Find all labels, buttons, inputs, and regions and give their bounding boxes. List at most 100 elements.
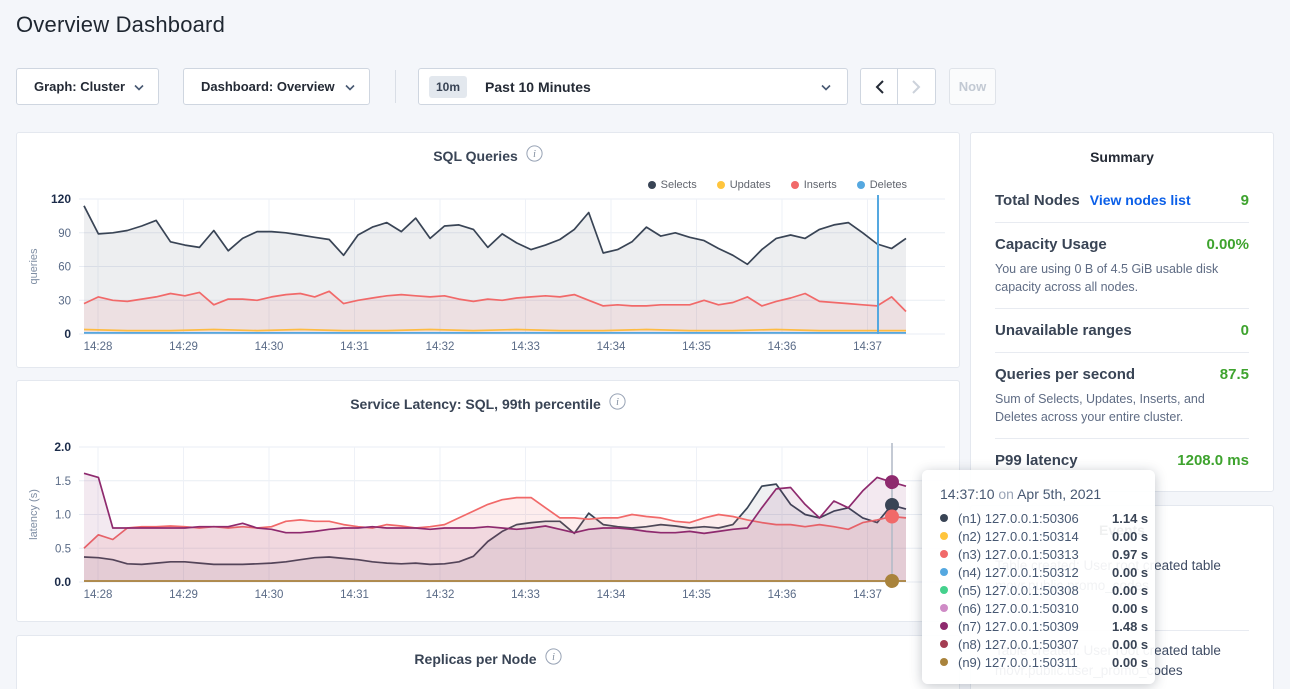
legend-label: Inserts [804,179,837,191]
node-dot-icon [940,658,948,666]
chart-legend: Selects Updates Inserts Deletes [648,179,907,191]
svg-text:14:37: 14:37 [853,341,882,353]
capacity-usage-description: You are using 0 B of 4.5 GiB usable disk… [995,260,1249,296]
summary-title: Summary [971,133,1273,165]
inserts-dot-icon [791,181,799,189]
svg-text:0.0: 0.0 [54,575,71,589]
svg-text:14:32: 14:32 [426,589,455,601]
node-dot-icon [940,532,948,540]
tooltip-node-label: (n2) 127.0.0.1:50314 [958,529,1108,544]
chevron-down-icon [134,78,144,96]
svg-text:2.0: 2.0 [54,440,71,454]
tooltip-node-label: (n8) 127.0.0.1:50307 [958,637,1108,652]
service-latency-chart[interactable]: 0.00.51.01.52.014:2814:2914:3014:3114:32… [17,381,959,621]
tooltip-node-value: 1.48 s [1112,619,1148,634]
overview-dashboard-page: Overview Dashboard Graph: Cluster Dashbo… [0,0,1290,689]
tooltip-node-label: (n6) 127.0.0.1:50310 [958,601,1108,616]
chart-hover-tooltip: 14:37:10 on Apr 5th, 2021 (n1) 127.0.0.1… [922,470,1155,684]
view-nodes-list-link[interactable]: View nodes list [1090,192,1191,208]
tooltip-node-row: (n1) 127.0.0.1:50306 1.14 s [940,509,1155,527]
chevron-down-icon [821,78,831,96]
graph-dropdown[interactable]: Graph: Cluster [16,68,159,105]
now-button[interactable]: Now [949,68,996,105]
summary-total-nodes-row: Total Nodes View nodes list 9 [995,179,1249,222]
sql-queries-title: SQL Queries [433,148,518,164]
svg-text:14:35: 14:35 [682,341,711,353]
tooltip-node-label: (n1) 127.0.0.1:50306 [958,511,1108,526]
toolbar-divider [395,70,396,103]
svg-text:14:30: 14:30 [255,589,284,601]
legend-item-inserts[interactable]: Inserts [791,179,837,191]
summary-panel: Summary Total Nodes View nodes list 9 Ca… [970,132,1274,492]
capacity-usage-label: Capacity Usage [995,236,1107,253]
time-range-dropdown[interactable]: 10m Past 10 Minutes [418,68,848,105]
svg-text:0.5: 0.5 [55,543,71,555]
tooltip-node-value: 0.00 s [1112,565,1148,580]
selects-dot-icon [648,181,656,189]
tooltip-node-value: 0.00 s [1112,601,1148,616]
svg-text:14:35: 14:35 [682,589,711,601]
queries-per-second-description: Sum of Selects, Updates, Inserts, and De… [995,390,1249,426]
page-title: Overview Dashboard [16,12,225,38]
time-next-button[interactable] [898,68,936,105]
tooltip-node-row: (n6) 127.0.0.1:50310 0.00 s [940,599,1155,617]
tooltip-node-label: (n3) 127.0.0.1:50313 [958,547,1108,562]
service-latency-card: 0.00.51.01.52.014:2814:2914:3014:3114:32… [16,380,960,622]
svg-text:queries: queries [28,248,40,285]
unavailable-ranges-value: 0 [1241,322,1249,339]
dashboard-dropdown[interactable]: Dashboard: Overview [183,68,370,105]
summary-unavailable-row: Unavailable ranges 0 [995,309,1249,352]
chevron-left-icon [875,80,884,94]
queries-per-second-label: Queries per second [995,366,1135,383]
time-nav-group [860,68,936,105]
svg-text:14:29: 14:29 [169,341,198,353]
svg-text:i: i [552,652,555,663]
info-icon[interactable]: i [609,393,626,415]
tooltip-node-row: (n7) 127.0.0.1:50309 1.48 s [940,617,1155,635]
updates-dot-icon [717,181,725,189]
chevron-right-icon [912,80,921,94]
svg-text:14:37: 14:37 [853,589,882,601]
tooltip-node-value: 0.00 s [1112,655,1148,670]
svg-text:14:28: 14:28 [84,341,113,353]
legend-item-selects[interactable]: Selects [648,179,697,191]
tooltip-node-value: 0.00 s [1112,529,1148,544]
tooltip-node-label: (n5) 127.0.0.1:50308 [958,583,1108,598]
legend-label: Deletes [870,179,907,191]
info-icon[interactable]: i [526,145,543,167]
time-prev-button[interactable] [860,68,898,105]
time-range-badge: 10m [429,76,467,98]
time-range-label: Past 10 Minutes [485,79,591,95]
tooltip-node-row: (n5) 127.0.0.1:50308 0.00 s [940,581,1155,599]
svg-text:30: 30 [58,295,71,307]
legend-item-updates[interactable]: Updates [717,179,771,191]
replicas-per-node-title: Replicas per Node [414,651,536,667]
svg-text:1.0: 1.0 [55,510,71,522]
tooltip-node-row: (n9) 127.0.0.1:50311 0.00 s [940,653,1155,671]
tooltip-node-row: (n2) 127.0.0.1:50314 0.00 s [940,527,1155,545]
tooltip-node-row: (n4) 127.0.0.1:50312 0.00 s [940,563,1155,581]
svg-text:14:34: 14:34 [597,589,626,601]
queries-per-second-value: 87.5 [1220,366,1249,383]
svg-text:latency (s): latency (s) [28,489,40,540]
tooltip-node-row: (n3) 127.0.0.1:50313 0.97 s [940,545,1155,563]
svg-text:14:32: 14:32 [426,341,455,353]
svg-text:14:31: 14:31 [340,341,369,353]
tooltip-node-value: 0.00 s [1112,637,1148,652]
svg-text:14:29: 14:29 [169,589,198,601]
svg-text:120: 120 [51,192,71,206]
tooltip-node-value: 0.97 s [1112,547,1148,562]
svg-text:1.5: 1.5 [55,476,71,488]
svg-text:i: i [533,149,536,160]
svg-text:14:30: 14:30 [255,341,284,353]
node-dot-icon [940,550,948,558]
p99-latency-value: 1208.0 ms [1177,452,1249,469]
tooltip-node-label: (n4) 127.0.0.1:50312 [958,565,1108,580]
sql-queries-chart[interactable]: 030609012014:2814:2914:3014:3114:3214:33… [17,133,959,367]
info-icon[interactable]: i [545,648,562,670]
legend-item-deletes[interactable]: Deletes [857,179,907,191]
p99-latency-label: P99 latency [995,452,1078,469]
tooltip-timestamp: 14:37:10 on Apr 5th, 2021 [940,486,1155,502]
replicas-per-node-card: Replicas per Node i [16,635,960,689]
legend-label: Updates [730,179,771,191]
